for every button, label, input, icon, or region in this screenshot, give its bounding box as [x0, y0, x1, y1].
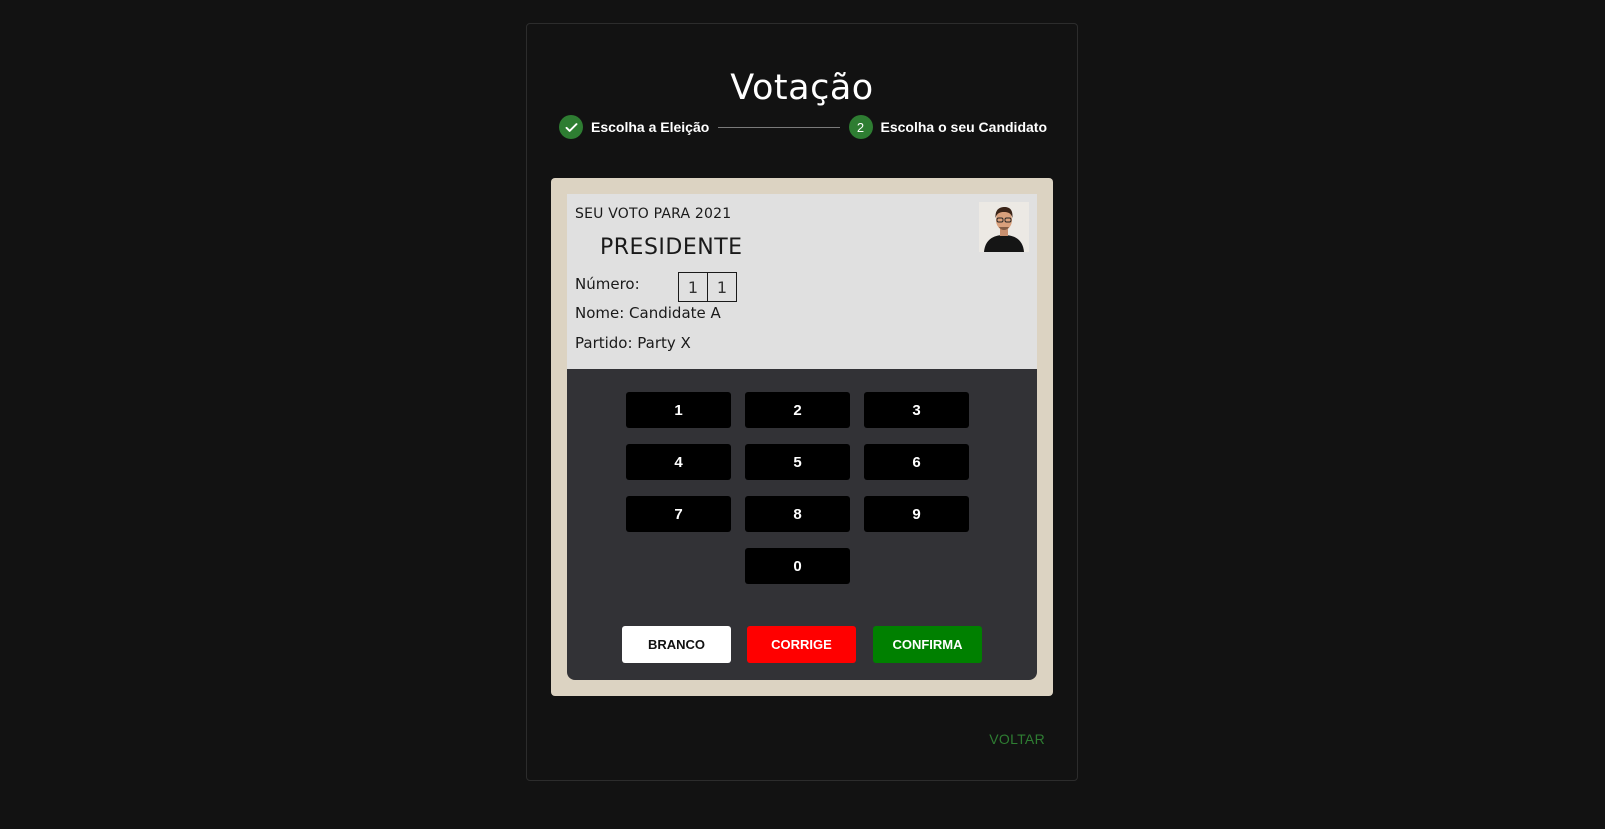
step-escolha-eleicao: Escolha a Eleição: [559, 115, 709, 139]
ballot-screen: SEU VOTO PARA 2021 PRESIDENTE Número: 1 …: [567, 194, 1037, 369]
confirma-button[interactable]: CONFIRMA: [873, 626, 982, 663]
digit-box: 1: [678, 272, 708, 302]
key-0[interactable]: 0: [745, 548, 850, 584]
key-6[interactable]: 6: [864, 444, 969, 480]
voltar-link[interactable]: VOLTAR: [989, 731, 1045, 747]
step-label: Escolha o seu Candidato: [880, 119, 1047, 135]
step-connector: [718, 126, 840, 128]
corrige-button[interactable]: CORRIGE: [747, 626, 856, 663]
number-label: Número:: [575, 275, 640, 293]
candidate-photo: [979, 202, 1029, 252]
key-1[interactable]: 1: [626, 392, 731, 428]
candidate-name: Nome: Candidate A: [575, 304, 721, 322]
digit-box: 1: [707, 272, 737, 302]
key-4[interactable]: 4: [626, 444, 731, 480]
step-escolha-candidato: 2 Escolha o seu Candidato: [848, 115, 1047, 139]
key-3[interactable]: 3: [864, 392, 969, 428]
voting-card: Votação Escolha a Eleição 2 Escolha o se…: [526, 23, 1078, 781]
voting-machine: SEU VOTO PARA 2021 PRESIDENTE Número: 1 …: [551, 178, 1053, 696]
page-title: Votação: [730, 68, 874, 108]
check-icon: [559, 115, 583, 139]
vote-heading: SEU VOTO PARA 2021: [575, 206, 732, 222]
branco-button[interactable]: BRANCO: [622, 626, 731, 663]
number-digits: 1 1: [678, 272, 737, 302]
key-5[interactable]: 5: [745, 444, 850, 480]
step-number-badge: 2: [848, 115, 873, 139]
key-9[interactable]: 9: [864, 496, 969, 532]
key-2[interactable]: 2: [745, 392, 850, 428]
candidate-party: Partido: Party X: [575, 334, 691, 352]
key-7[interactable]: 7: [626, 496, 731, 532]
step-label: Escolha a Eleição: [591, 119, 710, 135]
stepper: Escolha a Eleição 2 Escolha o seu Candid…: [559, 115, 1047, 139]
office-title: PRESIDENTE: [600, 235, 743, 260]
key-8[interactable]: 8: [745, 496, 850, 532]
keypad: 1 2 3 4 5 6 7 8 9 0 BRANCO CORRIGE CONFI…: [567, 369, 1037, 680]
